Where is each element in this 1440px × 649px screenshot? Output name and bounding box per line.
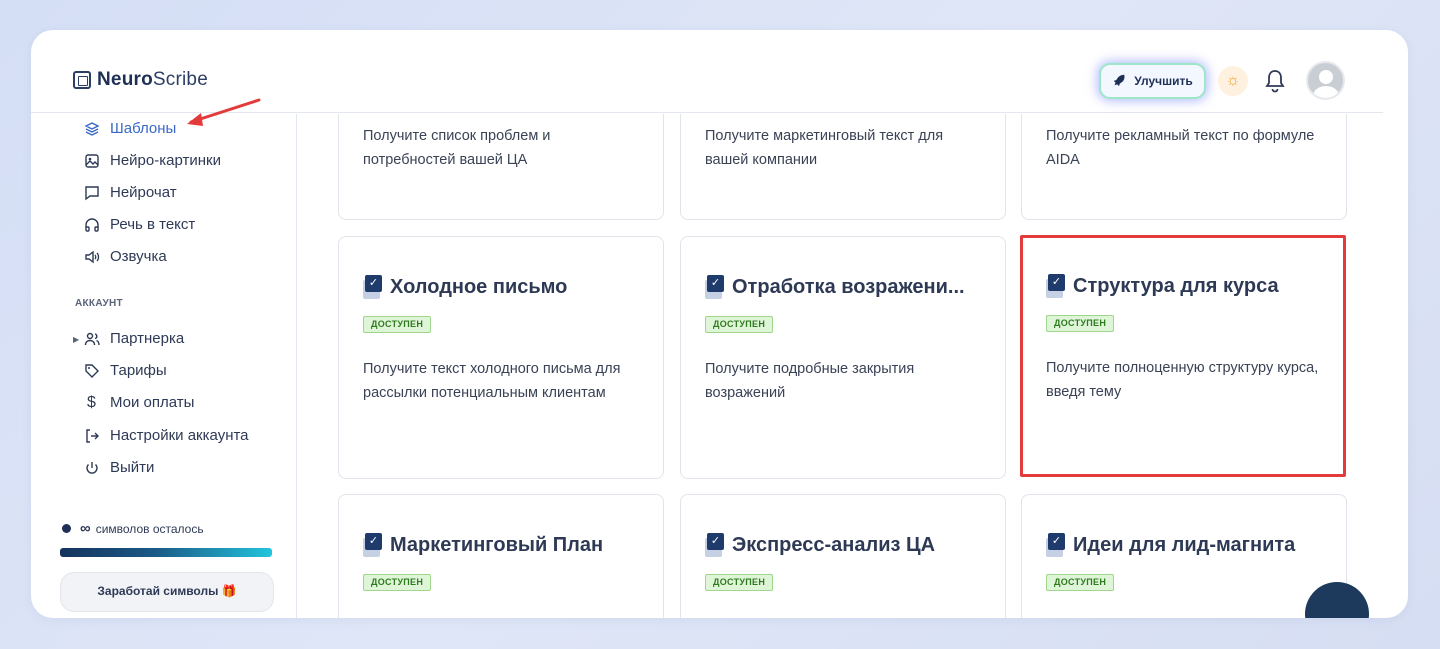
sidebar-item-logout[interactable]: Выйти bbox=[83, 459, 154, 476]
account-section-label: АККАУНТ bbox=[75, 298, 123, 309]
symbols-value: ∞ bbox=[80, 520, 91, 537]
card-description: Получите маркетинговый текст для вашей к… bbox=[705, 128, 944, 168]
status-badge: ДОСТУПЕН bbox=[1046, 574, 1115, 591]
sidebar-item-label: Тарифы bbox=[110, 362, 167, 379]
status-badge: ДОСТУПЕН bbox=[705, 316, 774, 333]
template-card[interactable]: Получите маркетинговый текст для вашей к… bbox=[680, 114, 1006, 220]
upgrade-label: Улучшить bbox=[1134, 74, 1193, 88]
status-badge: ДОСТУПЕН bbox=[705, 574, 774, 591]
card-description: Получите список проблем и потребностей в… bbox=[363, 128, 551, 168]
symbols-remaining: ∞ символов осталось bbox=[62, 520, 204, 537]
bell-icon[interactable] bbox=[1264, 68, 1286, 94]
template-card-marketing-plan[interactable]: ✓ Маркетинговый План ДОСТУПЕН bbox=[338, 494, 664, 618]
earn-symbols-button[interactable]: Заработай символы 🎁 bbox=[60, 572, 274, 612]
sidebar-item-label: Мои оплаты bbox=[110, 394, 195, 411]
sidebar: Шаблоны Нейро-картинки Нейрочат Речь в т… bbox=[31, 114, 297, 618]
sidebar-item-label: Нейро-картинки bbox=[110, 152, 221, 169]
card-title: ✓ Идеи для лид-магнита bbox=[1046, 533, 1295, 557]
card-description: Получите текст холодного письма для расс… bbox=[363, 361, 621, 401]
checkbox-icon: ✓ bbox=[1046, 274, 1065, 298]
status-badge: ДОСТУПЕН bbox=[363, 316, 432, 333]
template-card[interactable]: Получите список проблем и потребностей в… bbox=[338, 114, 664, 220]
logo-icon bbox=[73, 71, 91, 89]
template-card-audience-analysis[interactable]: ✓ Экспресс-анализ ЦА ДОСТУПЕН bbox=[680, 494, 1006, 618]
speaker-icon bbox=[83, 248, 100, 265]
headphones-icon bbox=[83, 216, 100, 233]
sidebar-item-label: Озвучка bbox=[110, 248, 167, 265]
upgrade-button[interactable]: Улучшить bbox=[1101, 65, 1204, 97]
status-dot bbox=[62, 524, 71, 533]
sidebar-item-account-settings[interactable]: Настройки аккаунта bbox=[83, 427, 249, 444]
sidebar-item-label: Выйти bbox=[110, 459, 155, 476]
checkbox-icon: ✓ bbox=[1046, 533, 1065, 557]
status-badge: ДОСТУПЕН bbox=[363, 574, 432, 591]
template-card[interactable]: Получите рекламный текст по формуле AIDA bbox=[1021, 114, 1347, 220]
rocket-icon bbox=[1112, 73, 1126, 90]
card-title: ✓ Отработка возражени... bbox=[705, 275, 965, 299]
checkbox-icon: ✓ bbox=[363, 533, 382, 557]
card-title: ✓ Холодное письмо bbox=[363, 275, 567, 299]
caret-right-icon[interactable]: ▶ bbox=[73, 335, 79, 344]
sidebar-item-label: Шаблоны bbox=[110, 120, 177, 137]
checkbox-icon: ✓ bbox=[705, 533, 724, 557]
template-card-objections[interactable]: ✓ Отработка возражени... ДОСТУПЕН Получи… bbox=[680, 236, 1006, 479]
logo[interactable]: NeuroScribe bbox=[73, 69, 208, 91]
annotation-arrow-icon bbox=[187, 98, 261, 126]
status-badge: ДОСТУПЕН bbox=[1046, 315, 1115, 332]
sidebar-item-label: Настройки аккаунта bbox=[110, 427, 249, 444]
card-title: ✓ Экспресс-анализ ЦА bbox=[705, 533, 935, 557]
sidebar-item-label: Партнерка bbox=[110, 330, 185, 347]
sidebar-item-label: Речь в текст bbox=[110, 216, 196, 233]
sidebar-item-tariffs[interactable]: Тарифы bbox=[83, 362, 167, 379]
checkbox-icon: ✓ bbox=[363, 275, 382, 299]
sidebar-item-label: Нейрочат bbox=[110, 184, 177, 201]
sidebar-item-neurochat[interactable]: Нейрочат bbox=[83, 184, 177, 201]
logout-icon bbox=[83, 427, 100, 444]
image-icon bbox=[83, 152, 100, 169]
templates-grid: Получите список проблем и потребностей в… bbox=[298, 114, 1383, 618]
card-description: Получите полноценную структуру курса, вв… bbox=[1046, 360, 1319, 400]
symbols-progress-bar bbox=[60, 548, 272, 557]
app-window: NeuroScribe Улучшить ☼ Шаблоны Нейро-кар… bbox=[31, 30, 1408, 618]
sidebar-item-templates[interactable]: Шаблоны bbox=[83, 120, 176, 137]
checkbox-icon: ✓ bbox=[705, 275, 724, 299]
avatar[interactable] bbox=[1306, 61, 1345, 100]
sidebar-item-speech-to-text[interactable]: Речь в текст bbox=[83, 216, 195, 233]
card-description: Получите рекламный текст по формуле AIDA bbox=[1046, 128, 1315, 168]
template-card-course-structure[interactable]: ✓ Структура для курса ДОСТУПЕН Получите … bbox=[1020, 235, 1346, 477]
sidebar-item-partner[interactable]: Партнерка bbox=[83, 330, 184, 347]
card-description: Получите подробные закрытия возражений bbox=[705, 361, 915, 401]
template-card-cold-email[interactable]: ✓ Холодное письмо ДОСТУПЕН Получите текс… bbox=[338, 236, 664, 479]
users-icon bbox=[83, 330, 100, 347]
tag-icon bbox=[83, 362, 100, 379]
sidebar-item-payments[interactable]: $ Мои оплаты bbox=[83, 393, 195, 412]
theme-toggle-sun-icon[interactable]: ☼ bbox=[1218, 66, 1248, 96]
sidebar-item-voiceover[interactable]: Озвучка bbox=[83, 248, 167, 265]
power-icon bbox=[83, 459, 100, 476]
layers-icon bbox=[83, 120, 100, 137]
sidebar-item-neuro-images[interactable]: Нейро-картинки bbox=[83, 152, 221, 169]
card-title: ✓ Структура для курса bbox=[1046, 274, 1279, 298]
card-title: ✓ Маркетинговый План bbox=[363, 533, 603, 557]
logo-text: NeuroScribe bbox=[97, 69, 208, 90]
symbols-label: символов осталось bbox=[95, 521, 204, 536]
dollar-icon: $ bbox=[87, 393, 96, 411]
chat-icon bbox=[83, 184, 100, 201]
symbols-progress-fill bbox=[60, 548, 272, 557]
template-card-lead-magnet[interactable]: ✓ Идеи для лид-магнита ДОСТУПЕН bbox=[1021, 494, 1347, 618]
